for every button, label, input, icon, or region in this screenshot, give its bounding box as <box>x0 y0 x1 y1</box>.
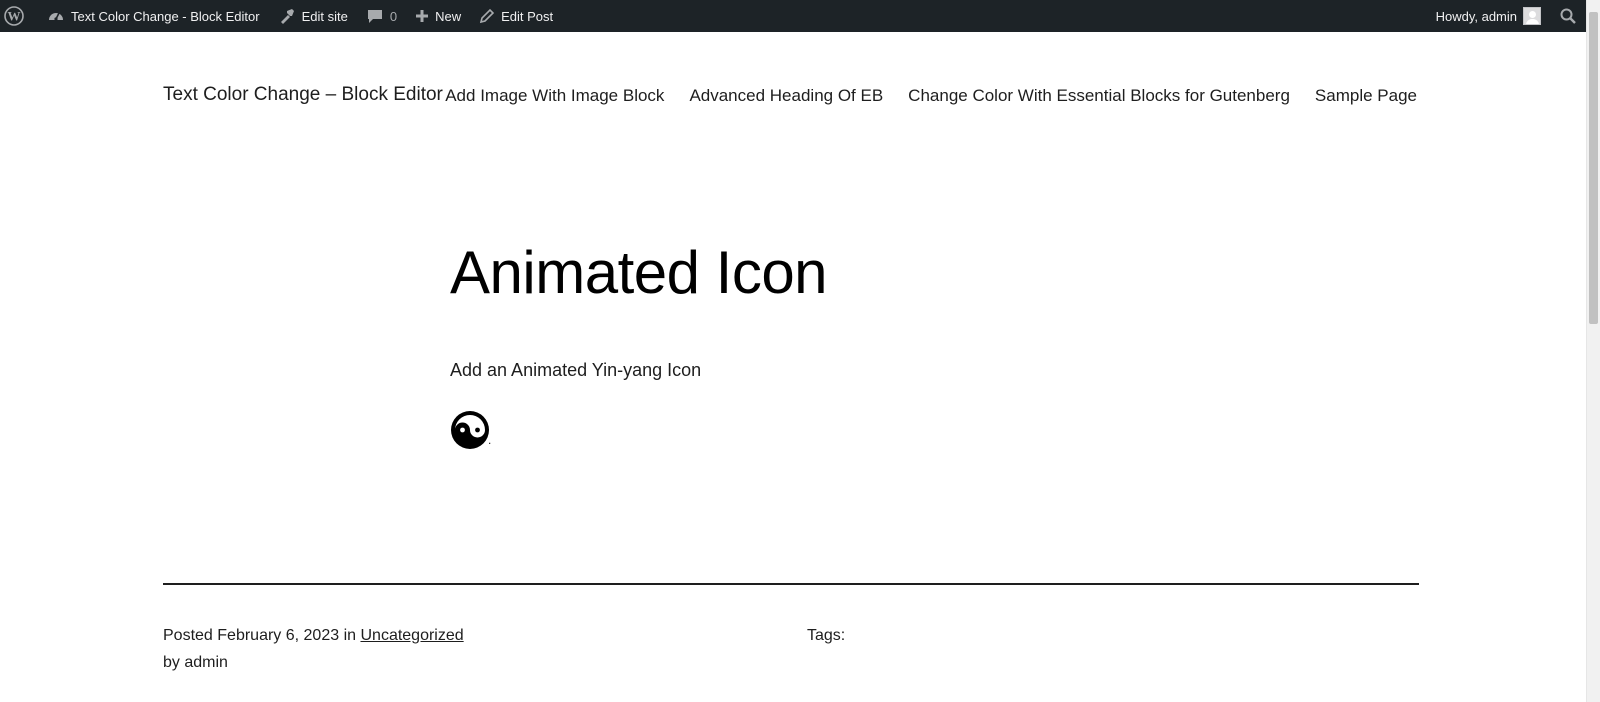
site-name-menu[interactable]: Text Color Change - Block Editor <box>38 0 269 32</box>
dashboard-icon <box>47 7 65 25</box>
author-line: by admin <box>163 649 464 676</box>
edit-post-label: Edit Post <box>501 8 554 24</box>
category-link[interactable]: Uncategorized <box>360 627 463 644</box>
post-date[interactable]: February 6, 2023 <box>217 627 339 644</box>
primary-navigation: Add Image With Image Block Advanced Head… <box>445 86 1417 106</box>
site-title-link[interactable]: Text Color Change – Block Editor <box>163 84 443 106</box>
comments-count: 0 <box>389 8 398 24</box>
posted-label: Posted <box>163 627 213 644</box>
edit-site-link[interactable]: Edit site <box>269 0 357 32</box>
wordpress-menu[interactable]: W <box>0 0 38 32</box>
site-name-label: Text Color Change - Block Editor <box>71 8 260 24</box>
svg-text:W: W <box>8 9 21 24</box>
pencil-icon <box>479 8 495 24</box>
my-account-menu[interactable]: Howdy, admin <box>1427 0 1550 32</box>
edit-site-label: Edit site <box>301 8 348 24</box>
search-button[interactable] <box>1550 0 1586 32</box>
yin-yang-icon <box>450 410 490 450</box>
nav-item-change-color[interactable]: Change Color With Essential Blocks for G… <box>908 86 1290 106</box>
nav-item-add-image[interactable]: Add Image With Image Block <box>445 86 664 106</box>
posted-line: Posted February 6, 2023 in Uncategorized <box>163 622 464 649</box>
post-divider <box>163 583 1419 585</box>
new-content-menu[interactable]: New <box>406 0 470 32</box>
post-tags: Tags: <box>807 622 845 649</box>
tags-label: Tags: <box>807 627 846 644</box>
plus-icon <box>415 9 429 23</box>
avatar <box>1523 7 1541 25</box>
post-title: Animated Icon <box>450 239 828 306</box>
edit-site-icon <box>278 7 296 25</box>
trailing-period: . <box>488 433 492 447</box>
new-label: New <box>435 8 462 24</box>
howdy-label: Howdy, admin <box>1435 8 1517 24</box>
by-label: by <box>163 654 180 671</box>
edit-post-link[interactable]: Edit Post <box>470 0 562 32</box>
admin-bar-right: Howdy, admin <box>1427 0 1586 32</box>
post-paragraph: Add an Animated Yin-yang Icon <box>450 360 702 380</box>
search-icon <box>1559 7 1577 25</box>
nav-item-advanced-heading[interactable]: Advanced Heading Of EB <box>689 86 883 106</box>
wordpress-icon: W <box>4 6 24 26</box>
in-label: in <box>343 627 357 644</box>
page-scrollbar[interactable] <box>1586 0 1600 702</box>
nav-item-sample-page[interactable]: Sample Page <box>1315 86 1417 106</box>
post-meta: Posted February 6, 2023 in Uncategorized… <box>163 622 464 676</box>
comments-link[interactable]: 0 <box>357 0 406 32</box>
scrollbar-thumb[interactable] <box>1589 12 1598 324</box>
comments-icon <box>366 7 384 25</box>
author-name[interactable]: admin <box>184 654 228 671</box>
admin-bar: W Text Color Change - Block Editor Edit … <box>0 0 1586 32</box>
